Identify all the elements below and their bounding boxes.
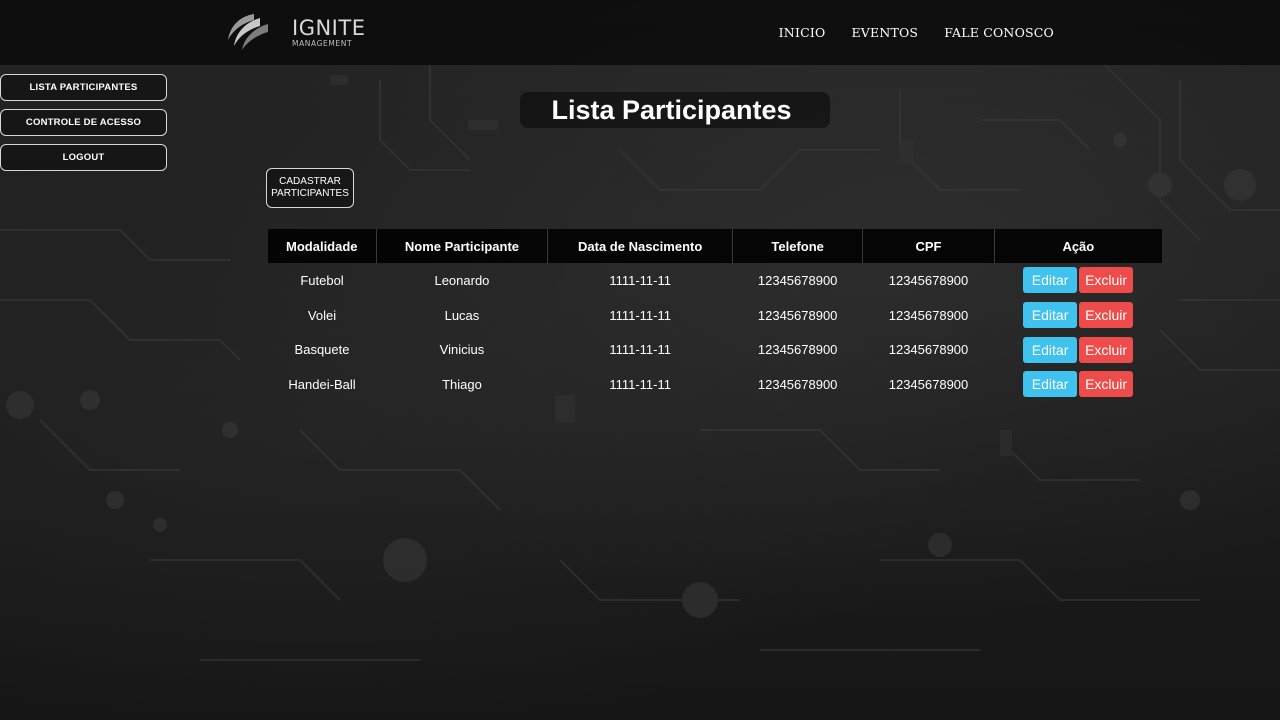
nav-item-eventos[interactable]: EVENTOS	[851, 25, 918, 40]
cell-nome: Vinicius	[439, 342, 485, 358]
participants-table: Modalidade Nome Participante Data de Nas…	[268, 229, 1162, 402]
edit-button[interactable]: Editar	[1023, 371, 1078, 398]
column-header-modalidade: Modalidade	[268, 229, 377, 263]
delete-button[interactable]: Excluir	[1079, 371, 1134, 398]
cell-acao: Editar Excluir	[994, 263, 1162, 298]
column-header-nascimento: Data de Nascimento	[547, 229, 733, 263]
cell-modalidade: Basquete	[294, 342, 350, 358]
table-row: Volei Lucas 1111-11-11 12345678900 12345…	[268, 298, 1162, 333]
top-navigation-bar: IGNITE MANAGEMENT INICIO EVENTOS FALE CO…	[0, 0, 1280, 65]
cell-telefone: 12345678900	[757, 376, 838, 392]
cell-cpf: 12345678900	[888, 342, 969, 358]
table-header: Modalidade Nome Participante Data de Nas…	[268, 229, 1162, 263]
sidebar-item-controle-de-acesso[interactable]: CONTROLE DE ACESSO	[0, 109, 167, 136]
cell-nome: Thiago	[442, 376, 482, 392]
column-header-telefone: Telefone	[731, 229, 863, 263]
table-body: Futebol Leonardo 1111-11-11 12345678900 …	[268, 263, 1162, 402]
delete-button[interactable]: Excluir	[1079, 336, 1134, 363]
table-row: Basquete Vinicius 1111-11-11 12345678900…	[268, 332, 1162, 367]
register-button-line2: PARTICIPANTES	[271, 188, 349, 199]
nav-item-fale-conosco[interactable]: FALE CONOSCO	[944, 25, 1054, 40]
cell-acao: Editar Excluir	[994, 332, 1162, 367]
cell-acao: Editar Excluir	[994, 298, 1162, 333]
cell-telefone: 12345678900	[757, 272, 838, 288]
brand-name: IGNITE	[292, 16, 366, 40]
sidebar-item-logout[interactable]: LOGOUT	[0, 144, 167, 171]
register-participants-button[interactable]: CADASTRAR PARTICIPANTES	[266, 168, 354, 208]
brand-tagline: MANAGEMENT	[292, 39, 353, 48]
cell-telefone: 12345678900	[757, 307, 838, 323]
cell-telefone: 12345678900	[757, 342, 838, 358]
cell-nome: Leonardo	[434, 272, 490, 288]
brand-logo[interactable]: IGNITE MANAGEMENT	[224, 10, 366, 54]
cell-modalidade: Volei	[307, 307, 337, 323]
sidebar-item-lista-participantes[interactable]: LISTA PARTICIPANTES	[0, 74, 167, 101]
cell-nascimento: 1111-11-11	[609, 272, 671, 288]
column-header-acao: Ação	[993, 229, 1162, 263]
table-header-row: Modalidade Nome Participante Data de Nas…	[268, 229, 1162, 263]
cell-acao: Editar Excluir	[994, 367, 1162, 402]
register-button-line1: CADASTRAR	[279, 176, 341, 187]
column-header-nome: Nome Participante	[375, 229, 548, 263]
sidebar: LISTA PARTICIPANTES CONTROLE DE ACESSO L…	[0, 74, 167, 179]
cell-cpf: 12345678900	[888, 376, 969, 392]
page: IGNITE MANAGEMENT INICIO EVENTOS FALE CO…	[0, 0, 1280, 720]
nav-item-inicio[interactable]: INICIO	[779, 25, 826, 40]
column-header-cpf: CPF	[862, 229, 995, 263]
cell-nascimento: 1111-11-11	[609, 376, 671, 392]
edit-button[interactable]: Editar	[1023, 302, 1078, 329]
ignite-logo-icon	[228, 14, 268, 50]
page-title: Lista Participantes	[551, 95, 792, 125]
title-backdrop: Lista Participantes	[520, 92, 830, 128]
main-nav: INICIO EVENTOS FALE CONOSCO	[779, 25, 1054, 40]
delete-button[interactable]: Excluir	[1079, 302, 1134, 329]
table-row: Handei-Ball Thiago 1111-11-11 1234567890…	[268, 367, 1162, 402]
cell-cpf: 12345678900	[888, 272, 969, 288]
row-actions: Editar Excluir	[1023, 267, 1134, 294]
cell-cpf: 12345678900	[888, 307, 969, 323]
table-row: Futebol Leonardo 1111-11-11 12345678900 …	[268, 263, 1162, 298]
row-actions: Editar Excluir	[1023, 336, 1134, 363]
cell-modalidade: Futebol	[300, 272, 344, 288]
cell-nascimento: 1111-11-11	[609, 342, 671, 358]
row-actions: Editar Excluir	[1023, 302, 1134, 329]
edit-button[interactable]: Editar	[1023, 336, 1078, 363]
edit-button[interactable]: Editar	[1023, 267, 1078, 294]
cell-nome: Lucas	[444, 307, 480, 323]
delete-button[interactable]: Excluir	[1079, 267, 1134, 294]
cell-modalidade: Handei-Ball	[288, 376, 356, 392]
row-actions: Editar Excluir	[1023, 371, 1134, 398]
cell-nascimento: 1111-11-11	[609, 307, 671, 323]
